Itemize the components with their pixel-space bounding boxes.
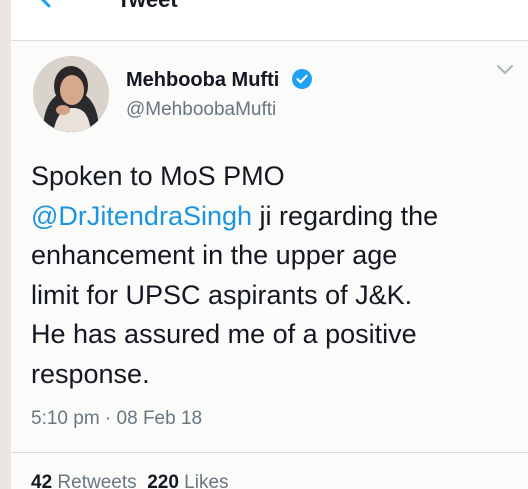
retweets-label: Retweets bbox=[52, 472, 137, 489]
tweet-text-line: He has assured me of a positive bbox=[31, 319, 417, 349]
verified-badge-icon bbox=[291, 68, 313, 90]
tweet-text-line: response. bbox=[31, 358, 150, 389]
tweet-text-line: Spoken to MoS PMO bbox=[31, 161, 285, 191]
tweet-text-line: enhancement in the upper age bbox=[31, 240, 398, 270]
avatar[interactable] bbox=[33, 56, 109, 132]
page-title: Tweet bbox=[117, 0, 178, 12]
engagement-stats: 42 Retweets 220 Likes bbox=[31, 471, 229, 489]
likes-count: 220 bbox=[147, 472, 179, 489]
back-arrow-icon[interactable] bbox=[35, 0, 71, 10]
retweets-stat[interactable]: 42 Retweets bbox=[31, 472, 137, 489]
tweet-timestamp: 5:10 pm · 08 Feb 18 bbox=[31, 408, 203, 429]
tweet-text-line: limit for UPSC aspirants of J&K. bbox=[31, 279, 413, 310]
tweet-detail-screen: Tweet Mehbooba Mufti @MehboobaMufti Spok… bbox=[11, 0, 528, 489]
tweet-text: Spoken to MoS PMO @DrJitendraSingh ji reg… bbox=[31, 157, 528, 394]
mention-link[interactable]: @DrJitendraSingh bbox=[31, 201, 252, 231]
retweets-count: 42 bbox=[31, 472, 53, 489]
tweet-text-segment: ji regarding the bbox=[252, 200, 439, 231]
top-bar: Tweet bbox=[11, 0, 528, 41]
author-name[interactable]: Mehbooba Mufti bbox=[126, 68, 279, 92]
author-handle[interactable]: @MehboobaMufti bbox=[126, 98, 276, 122]
likes-stat[interactable]: 220 Likes bbox=[147, 472, 228, 489]
chevron-down-icon[interactable] bbox=[495, 62, 515, 76]
divider bbox=[11, 452, 528, 453]
likes-label: Likes bbox=[178, 472, 229, 489]
